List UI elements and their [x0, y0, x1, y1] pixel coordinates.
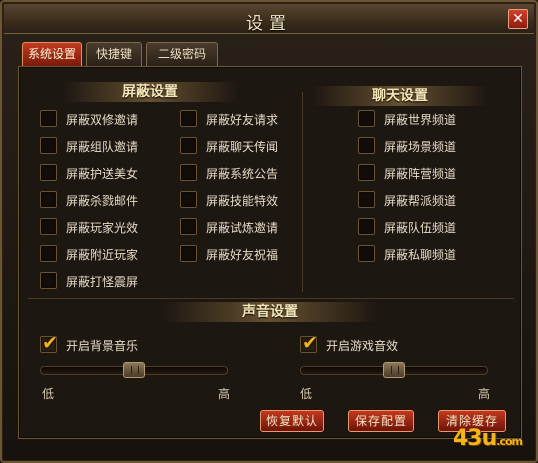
- shield-label: 屏蔽组队邀请: [66, 140, 139, 154]
- chat-option[interactable]: 屏蔽队伍频道: [358, 218, 488, 238]
- shield-checkbox[interactable]: [180, 164, 197, 181]
- chat-option[interactable]: 屏蔽私聊频道: [358, 245, 488, 265]
- chat-label: 屏蔽阵营频道: [384, 167, 457, 181]
- section-divider: [28, 298, 514, 299]
- shield-option[interactable]: 屏蔽护送美女: [40, 164, 170, 184]
- shield-option[interactable]: 屏蔽杀戮邮件: [40, 191, 170, 211]
- shield-label: 屏蔽聊天传闻: [206, 140, 279, 154]
- sfx-low-label: 低: [300, 387, 313, 401]
- bgm-label: 开启背景音乐: [66, 339, 139, 353]
- chat-checkbox[interactable]: [358, 245, 375, 262]
- chat-option[interactable]: 屏蔽世界频道: [358, 110, 488, 130]
- shield-label: 屏蔽技能特效: [206, 194, 279, 208]
- chat-option[interactable]: 屏蔽阵营频道: [358, 164, 488, 184]
- sound-settings-title: 声音设置: [162, 302, 378, 322]
- shield-label: 屏蔽试炼邀请: [206, 221, 279, 235]
- bgm-low-label: 低: [42, 387, 55, 401]
- shield-checkbox[interactable]: [40, 191, 57, 208]
- chat-checkbox[interactable]: [358, 137, 375, 154]
- sfx-volume-slider[interactable]: [300, 362, 488, 378]
- logo-suffix: .com: [496, 435, 523, 448]
- chat-label: 屏蔽世界频道: [384, 113, 457, 127]
- shield-option[interactable]: 屏蔽系统公告: [180, 164, 310, 184]
- close-button[interactable]: ✕: [508, 9, 528, 29]
- sfx-label: 开启游戏音效: [326, 339, 399, 353]
- shield-option[interactable]: 屏蔽好友祝福: [180, 245, 310, 265]
- shield-checkbox[interactable]: [40, 272, 57, 289]
- chat-settings-title: 聊天设置: [312, 86, 488, 106]
- shield-option[interactable]: 屏蔽好友请求: [180, 110, 310, 130]
- shield-checkbox[interactable]: [180, 218, 197, 235]
- settings-window: 设置 ✕ 系统设置 快捷键 二级密码 屏蔽设置 聊天设置 屏蔽双修邀请 屏蔽组队邀…: [0, 0, 538, 463]
- chat-checkbox[interactable]: [358, 218, 375, 235]
- shield-label: 屏蔽玩家光效: [66, 221, 139, 235]
- save-config-button[interactable]: 保存配置: [348, 410, 414, 432]
- shield-option[interactable]: 屏蔽附近玩家: [40, 245, 170, 265]
- logo-u: u: [481, 426, 498, 451]
- shield-label: 屏蔽附近玩家: [66, 248, 139, 262]
- shield-checkbox[interactable]: [180, 110, 197, 127]
- bgm-slider-handle[interactable]: [123, 362, 145, 378]
- chat-label: 屏蔽帮派频道: [384, 194, 457, 208]
- bgm-checkbox[interactable]: ✔: [40, 332, 58, 354]
- checkmark-icon: ✔: [302, 332, 318, 354]
- chat-label: 屏蔽场景频道: [384, 140, 457, 154]
- shield-label: 屏蔽双修邀请: [66, 113, 139, 127]
- sfx-slider-handle[interactable]: [383, 362, 405, 378]
- shield-label: 屏蔽好友祝福: [206, 248, 279, 262]
- shield-checkbox[interactable]: [180, 191, 197, 208]
- shield-checkbox[interactable]: [40, 245, 57, 262]
- site-logo: 43u.com: [452, 426, 523, 451]
- logo-main: 43: [452, 426, 483, 451]
- shield-checkbox[interactable]: [40, 164, 57, 181]
- shield-option[interactable]: 屏蔽打怪震屏: [40, 272, 170, 292]
- bgm-high-label: 高: [218, 387, 231, 401]
- shield-option[interactable]: 屏蔽组队邀请: [40, 137, 170, 157]
- shield-label: 屏蔽系统公告: [206, 167, 279, 181]
- close-icon: ✕: [512, 11, 524, 27]
- shield-settings-title: 屏蔽设置: [62, 82, 238, 102]
- bgm-toggle[interactable]: ✔ 开启背景音乐: [40, 332, 180, 356]
- shield-checkbox[interactable]: [180, 137, 197, 154]
- chat-label: 屏蔽队伍频道: [384, 221, 457, 235]
- bgm-volume-slider[interactable]: [40, 362, 228, 378]
- chat-option[interactable]: 屏蔽场景频道: [358, 137, 488, 157]
- shield-label: 屏蔽杀戮邮件: [66, 194, 139, 208]
- checkmark-icon: ✔: [42, 332, 58, 354]
- shield-label: 屏蔽好友请求: [206, 113, 279, 127]
- shield-checkbox[interactable]: [40, 110, 57, 127]
- shield-checkbox[interactable]: [180, 245, 197, 262]
- tab-system-settings[interactable]: 系统设置: [22, 42, 82, 66]
- reset-default-button[interactable]: 恢复默认: [260, 410, 324, 432]
- shield-label: 屏蔽护送美女: [66, 167, 139, 181]
- tab-secondary-password[interactable]: 二级密码: [146, 42, 218, 66]
- chat-checkbox[interactable]: [358, 110, 375, 127]
- chat-checkbox[interactable]: [358, 164, 375, 181]
- shield-checkbox[interactable]: [40, 218, 57, 235]
- shield-checkbox[interactable]: [40, 137, 57, 154]
- shield-option[interactable]: 屏蔽技能特效: [180, 191, 310, 211]
- sfx-checkbox[interactable]: ✔: [300, 332, 318, 354]
- sfx-high-label: 高: [478, 387, 491, 401]
- window-title: 设置: [246, 14, 292, 34]
- shield-option[interactable]: 屏蔽聊天传闻: [180, 137, 310, 157]
- sfx-toggle[interactable]: ✔ 开启游戏音效: [300, 332, 440, 356]
- chat-label: 屏蔽私聊频道: [384, 248, 457, 262]
- chat-option[interactable]: 屏蔽帮派频道: [358, 191, 488, 211]
- shield-label: 屏蔽打怪震屏: [66, 275, 139, 289]
- shield-option[interactable]: 屏蔽玩家光效: [40, 218, 170, 238]
- title-bar[interactable]: 设置 ✕: [4, 4, 534, 34]
- tab-hotkeys[interactable]: 快捷键: [86, 42, 142, 66]
- shield-option[interactable]: 屏蔽试炼邀请: [180, 218, 310, 238]
- shield-option[interactable]: 屏蔽双修邀请: [40, 110, 170, 130]
- chat-checkbox[interactable]: [358, 191, 375, 208]
